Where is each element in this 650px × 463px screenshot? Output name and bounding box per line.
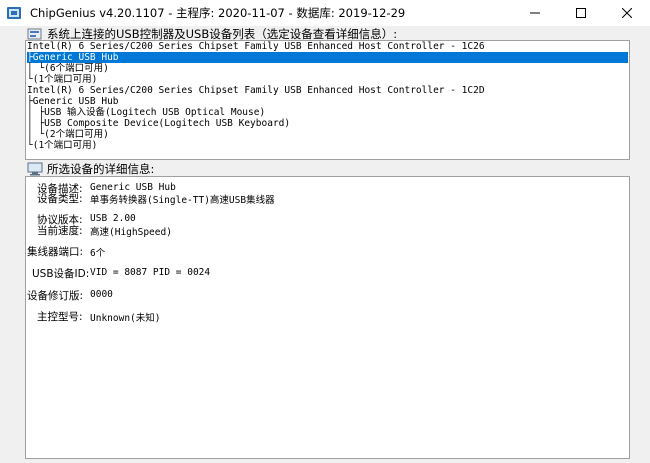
chipgenius-app-icon	[7, 7, 21, 19]
tree-item-ports-available[interactable]: └(1个端口可用)	[27, 74, 97, 85]
detail-value-revision: 0000	[90, 289, 113, 300]
usb-list-icon	[27, 28, 42, 40]
tree-item-controller-1c2d[interactable]: Intel(R) 6 Series/C200 Series Chipset Fa…	[27, 85, 485, 96]
close-button[interactable]	[604, 0, 650, 26]
tree-item-generic-usb-hub-selected[interactable]: ├Generic USB Hub	[27, 52, 628, 63]
details-label: 所选设备的详细信息:	[47, 162, 155, 176]
detail-label-controller-model: 主控型号:	[37, 311, 83, 323]
device-tree[interactable]: Intel(R) 6 Series/C200 Series Chipset Fa…	[25, 40, 630, 160]
detail-label-type: 设备类型:	[37, 193, 83, 205]
close-icon	[622, 8, 632, 18]
detail-value-type: 单事务转换器(Single-TT)高速USB集线器	[90, 195, 275, 206]
tree-item-usb-mouse[interactable]: │ ├USB 输入设备(Logitech USB Optical Mouse)	[27, 107, 265, 118]
detail-label-revision: 设备修订版:	[27, 290, 84, 302]
detail-value-speed: 高速(HighSpeed)	[90, 227, 172, 238]
title-bar: ChipGenius v4.20.1107 - 主程序: 2020-11-07 …	[0, 0, 650, 26]
device-details-icon	[27, 162, 43, 176]
tree-item-ports-available[interactable]: │ └(2个端口可用)	[27, 129, 109, 140]
maximize-button[interactable]	[558, 0, 604, 26]
detail-label-usb-id: USB设备ID:	[32, 268, 90, 280]
window-title: ChipGenius v4.20.1107 - 主程序: 2020-11-07 …	[30, 6, 406, 20]
tree-item-generic-usb-hub[interactable]: ├Generic USB Hub	[27, 96, 119, 107]
minimize-button[interactable]	[512, 0, 558, 26]
tree-item-ports-available[interactable]: │ └(6个端口可用)	[27, 63, 109, 74]
detail-value-protocol: USB 2.00	[90, 213, 136, 224]
detail-label-hub-ports: 集线器端口:	[27, 246, 84, 258]
detail-value-usb-id: VID = 8087 PID = 0024	[90, 267, 211, 278]
tree-item-ports-available[interactable]: └(1个端口可用)	[27, 140, 97, 151]
tree-item-usb-keyboard[interactable]: │ ├USB Composite Device(Logitech USB Key…	[27, 118, 290, 129]
minimize-icon	[530, 12, 540, 14]
details-header: 所选设备的详细信息:	[27, 161, 154, 177]
tree-item-controller-1c26[interactable]: Intel(R) 6 Series/C200 Series Chipset Fa…	[27, 41, 485, 52]
detail-value-controller-model: Unknown(未知)	[90, 313, 161, 324]
maximize-icon	[576, 8, 586, 18]
detail-label-speed: 当前速度:	[37, 225, 83, 237]
details-panel[interactable]: 设备描述: Generic USB Hub 设备类型: 单事务转换器(Singl…	[25, 176, 630, 459]
detail-value-hub-ports: 6个	[90, 248, 106, 259]
